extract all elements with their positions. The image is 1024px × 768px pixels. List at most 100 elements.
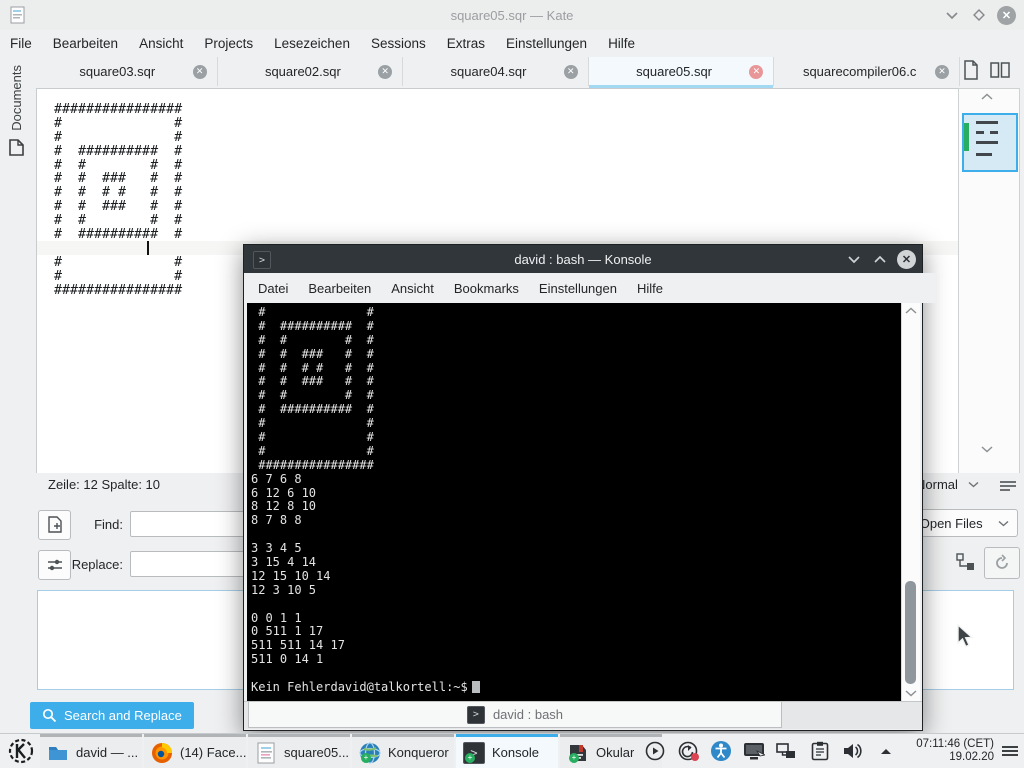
kate-menu-extras[interactable]: Extras [447, 36, 485, 51]
scrollbar-thumb[interactable] [905, 581, 916, 684]
kate-window-title: square05.sqr — Kate [0, 8, 1024, 23]
statusbar-mode-combo[interactable]: Normal [916, 477, 979, 492]
taskbar-item-dolphin[interactable]: david — ... [40, 734, 142, 768]
konsole-menu-datei[interactable]: Datei [258, 281, 288, 296]
tab-label: squarecompiler06.c [803, 64, 916, 79]
modified-lines-marker [964, 123, 969, 151]
kate-titlebar[interactable]: square05.sqr — Kate ✕ [0, 0, 1024, 30]
terminal-icon: > [467, 706, 485, 724]
konsole-session-tab[interactable]: > david : bash [248, 702, 782, 728]
konsole-menu-bookmarks[interactable]: Bookmarks [454, 281, 519, 296]
konsole-minimize-button[interactable] [845, 250, 863, 268]
tab-close-icon[interactable]: ✕ [935, 65, 949, 79]
search-again-button[interactable] [984, 547, 1020, 579]
updates-icon[interactable] [677, 740, 699, 762]
tab-square02[interactable]: square02.sqr ✕ [218, 57, 404, 86]
chevron-down-icon [998, 520, 1009, 527]
notification-dot [691, 753, 699, 761]
tray-expand-icon[interactable] [875, 740, 897, 762]
terminal-cursor [472, 681, 480, 693]
digital-clock[interactable]: 07:11:46 (CET) 19.02.20 [904, 738, 994, 764]
konsole-tabbar: > david : bash [244, 701, 922, 729]
tab-close-icon[interactable]: ✕ [378, 65, 392, 79]
konsole-menu-bearbeiten[interactable]: Bearbeiten [308, 281, 371, 296]
minimap-thumb[interactable] [962, 113, 1018, 172]
kate-menu-bearbeiten[interactable]: Bearbeiten [53, 36, 118, 51]
mouse-cursor [955, 624, 977, 650]
tab-square04[interactable]: square04.sqr ✕ [403, 57, 589, 86]
konsole-menu-ansicht[interactable]: Ansicht [391, 281, 434, 296]
tab-square03[interactable]: square03.sqr ✕ [32, 57, 218, 86]
refresh-icon [993, 554, 1011, 572]
tab-label: square02.sqr [265, 64, 341, 79]
kate-left-dock: Documents [0, 57, 32, 733]
desktop: square05.sqr — Kate ✕ File Bearbeiten An… [0, 0, 1024, 768]
statusbar-menu-icon[interactable] [1000, 479, 1016, 493]
scroll-up-icon[interactable] [905, 307, 917, 315]
kate-menu-lesezeichen[interactable]: Lesezeichen [274, 36, 350, 51]
expand-results-icon[interactable] [956, 553, 975, 571]
firefox-icon [151, 742, 173, 764]
clock-date: 19.02.20 [904, 751, 994, 764]
tab-close-icon[interactable]: ✕ [564, 65, 578, 79]
application-launcher-button[interactable] [6, 737, 36, 765]
tabbar-actions [962, 60, 1010, 80]
kate-menu-file[interactable]: File [10, 36, 32, 51]
document-icon [9, 139, 24, 156]
sidebar-item-documents[interactable]: Documents [4, 65, 28, 156]
konsole-window: > david : bash — Konsole ✕ Datei Bearbei… [243, 244, 923, 731]
scroll-up-icon[interactable] [981, 93, 993, 101]
editor-scrollbar-minimap[interactable] [958, 88, 1020, 473]
documents-label: Documents [9, 65, 24, 131]
taskbar-item-konsole-active[interactable]: > + Konsole [456, 734, 558, 768]
scroll-down-icon[interactable] [981, 445, 993, 453]
kate-menu-hilfe[interactable]: Hilfe [608, 36, 635, 51]
kate-menu-ansicht[interactable]: Ansicht [139, 36, 183, 51]
search-icon [42, 708, 57, 723]
tab-squarecompiler06[interactable]: squarecompiler06.c ✕ [774, 57, 960, 86]
konsole-close-button[interactable]: ✕ [897, 250, 916, 269]
kate-maximize-button[interactable] [970, 6, 988, 24]
kate-menu-einstellungen[interactable]: Einstellungen [506, 36, 587, 51]
tab-label: square03.sqr [79, 64, 155, 79]
konsole-menu-einstellungen[interactable]: Einstellungen [539, 281, 617, 296]
tab-label: square04.sqr [451, 64, 527, 79]
konsole-titlebar[interactable]: > david : bash — Konsole ✕ [244, 245, 922, 273]
task-label: square05.... [284, 745, 350, 760]
taskbar-item-konqueror[interactable]: + Konqueror [352, 734, 454, 768]
media-player-icon[interactable] [644, 740, 666, 762]
kate-minimize-button[interactable] [943, 6, 961, 24]
session-tab-label: david : bash [493, 707, 563, 722]
taskbar-panel: david — ... (14) Face... square05.... [0, 733, 1024, 768]
new-document-icon[interactable] [962, 60, 980, 80]
panel-settings-icon[interactable] [1002, 744, 1018, 758]
terminal-display[interactable]: # # # ########## # # # # # # # ### # # #… [247, 303, 901, 701]
scroll-down-icon[interactable] [905, 689, 917, 697]
network-icon[interactable] [776, 740, 798, 762]
konsole-menu-hilfe[interactable]: Hilfe [637, 281, 663, 296]
taskbar-item-kate[interactable]: square05.... [248, 734, 350, 768]
konsole-maximize-button[interactable] [871, 250, 889, 268]
search-and-replace-toolview-button[interactable]: Search and Replace [30, 702, 194, 729]
folder-icon [47, 742, 69, 764]
clock-time: 07:11:46 (CET) [904, 738, 994, 751]
kate-menu-sessions[interactable]: Sessions [371, 36, 426, 51]
tab-square05-active[interactable]: square05.sqr ✕ [589, 57, 775, 86]
prompt-line: Kein Fehlerdavid@talkortell:~$ [251, 681, 901, 695]
task-label: Konsole [492, 745, 539, 760]
new-window-badge: + [361, 753, 371, 763]
taskbar-item-firefox[interactable]: (14) Face... [144, 734, 246, 768]
accessibility-icon[interactable] [710, 740, 732, 762]
clipboard-icon[interactable] [809, 740, 831, 762]
display-settings-icon[interactable] [743, 740, 765, 762]
task-label: (14) Face... [180, 745, 246, 760]
split-view-icon[interactable] [990, 61, 1010, 79]
tab-close-icon[interactable]: ✕ [749, 65, 763, 79]
kate-close-button[interactable]: ✕ [997, 6, 1016, 25]
kate-menu-projects[interactable]: Projects [204, 36, 253, 51]
task-label: Konqueror [388, 745, 449, 760]
tab-close-icon[interactable]: ✕ [193, 65, 207, 79]
kate-doc-icon [255, 742, 277, 764]
volume-icon[interactable] [842, 740, 864, 762]
terminal-scrollbar[interactable] [901, 303, 920, 701]
